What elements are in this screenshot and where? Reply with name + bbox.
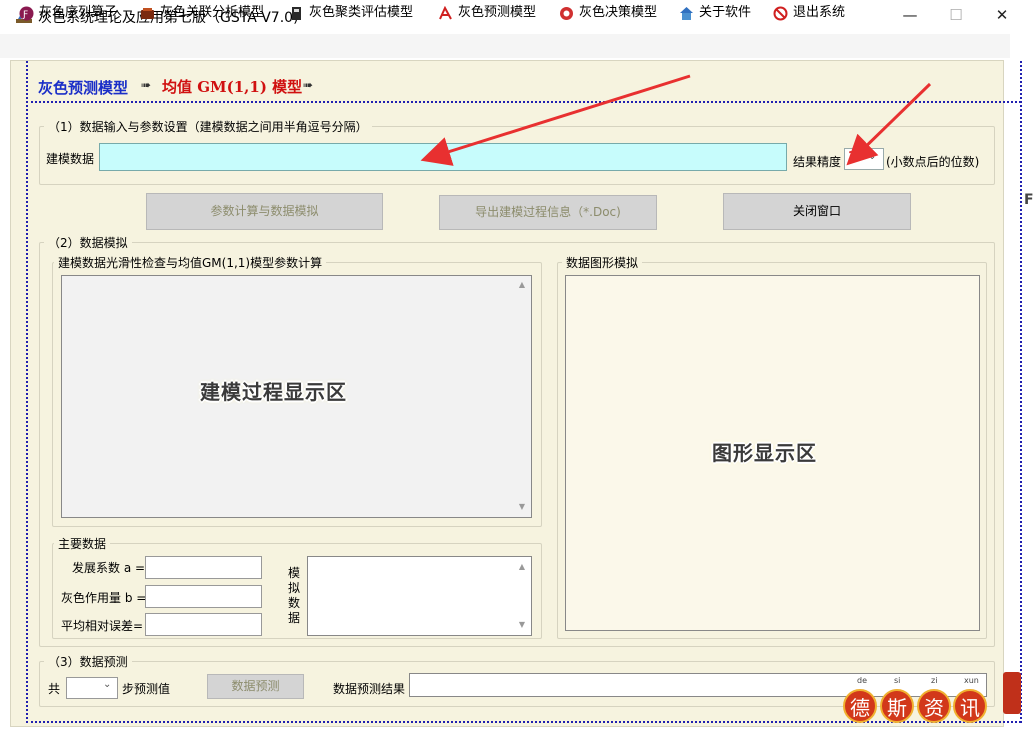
minimize-icon: —	[902, 6, 918, 24]
svg-text:Ƒ: Ƒ	[22, 10, 28, 20]
simulated-data-area[interactable]	[307, 556, 532, 636]
avg-error-field[interactable]	[145, 613, 262, 636]
close-icon: ✕	[995, 6, 1009, 24]
process-placeholder: 建模过程显示区	[200, 380, 347, 404]
process-group-title: 建模数据光滑性检查与均值GM(1,1)模型参数计算	[54, 254, 327, 271]
watermark-char: 斯	[880, 689, 914, 723]
watermark-badge	[1003, 672, 1021, 714]
scroll-down-icon[interactable]: ▼	[514, 620, 530, 629]
menu-prediction[interactable]: 灰色预测模型	[438, 3, 536, 23]
chevron-down-icon: ⌄	[103, 679, 112, 690]
breadcrumb-grey-prediction: 灰色预测模型	[38, 79, 129, 97]
result-label: 数据预测结果	[333, 682, 406, 696]
watermark-pinyin: xun	[964, 676, 979, 685]
background-window-fragment: F	[1024, 192, 1033, 208]
menu-exit[interactable]: 退出系统	[773, 3, 845, 23]
divider	[26, 61, 28, 723]
watermark-pinyin: si	[894, 676, 901, 685]
menu-bar	[0, 34, 1010, 58]
scroll-up-icon[interactable]: ▲	[514, 280, 530, 289]
export-doc-button[interactable]: 导出建模过程信息（*.Doc)	[439, 195, 657, 230]
precision-value: 3	[848, 150, 858, 165]
calc-simulate-button[interactable]: 参数计算与数据模拟	[146, 193, 383, 230]
scroll-up-icon[interactable]: ▲	[514, 562, 530, 571]
watermark-char: 资	[917, 689, 951, 723]
coef-a-field[interactable]	[145, 556, 262, 579]
error-label: 平均相对误差=	[61, 619, 144, 633]
coef-b-label: 灰色作用量 b =	[61, 591, 147, 605]
chevron-down-icon: ⌄	[868, 151, 877, 162]
coef-a-label: 发展系数 a =	[72, 561, 146, 575]
arrow-right-icon: ➠	[141, 78, 152, 92]
sequence-operator-icon: Ƒ	[19, 6, 34, 21]
relation-analysis-icon	[140, 6, 155, 21]
total-label: 共	[48, 682, 61, 696]
watermark-pinyin: zi	[931, 676, 938, 685]
watermark-pinyin: de	[857, 676, 867, 685]
close-button[interactable]: ✕	[979, 0, 1025, 32]
minimize-button[interactable]: —	[887, 0, 933, 32]
watermark-char: 讯	[953, 689, 987, 723]
steps-label: 步预测值	[122, 682, 171, 696]
precision-label: 结果精度	[793, 155, 842, 169]
page-title: 均值 GM(1,1) 模型	[162, 78, 303, 96]
section-title: （3）数据预测	[44, 653, 132, 670]
divider	[26, 101, 1021, 103]
scroll-down-icon[interactable]: ▼	[514, 502, 530, 511]
menu-decision[interactable]: 灰色决策模型	[559, 3, 657, 23]
predict-button[interactable]: 数据预测	[207, 674, 304, 699]
maximize-icon: ☐	[949, 6, 963, 24]
coef-b-field[interactable]	[145, 585, 262, 608]
menu-sequence-operator[interactable]: Ƒ 灰色序列算子	[19, 3, 117, 23]
divider	[26, 721, 1021, 723]
maximize-button[interactable]: ☐	[933, 0, 979, 32]
menu-clustering[interactable]: 灰色聚类评估模型	[289, 3, 413, 23]
about-icon	[679, 6, 694, 21]
modeling-data-input[interactable]	[99, 143, 787, 171]
clustering-icon	[289, 6, 304, 21]
graph-group-title: 数据图形模拟	[562, 254, 643, 271]
main-data-title: 主要数据	[54, 535, 111, 552]
precision-hint: (小数点后的位数)	[886, 155, 980, 169]
simulated-data-label: 模拟数据	[288, 566, 301, 625]
section-title: （1）数据输入与参数设置（建模数据之间用半角逗号分隔）	[44, 118, 372, 135]
prediction-icon	[438, 5, 453, 21]
menu-relation-analysis[interactable]: 灰色关联分析模型	[140, 3, 264, 23]
graph-placeholder: 图形显示区	[712, 441, 817, 465]
close-window-button[interactable]: 关闭窗口	[723, 193, 911, 230]
exit-icon	[773, 6, 788, 21]
divider	[1020, 61, 1022, 723]
arrow-right-icon: ➠	[303, 78, 314, 92]
decision-icon	[559, 6, 574, 21]
section-title: （2）数据模拟	[44, 234, 132, 251]
watermark-char: 德	[843, 689, 877, 723]
data-label: 建模数据	[46, 152, 95, 166]
menu-about[interactable]: 关于软件	[679, 3, 751, 23]
